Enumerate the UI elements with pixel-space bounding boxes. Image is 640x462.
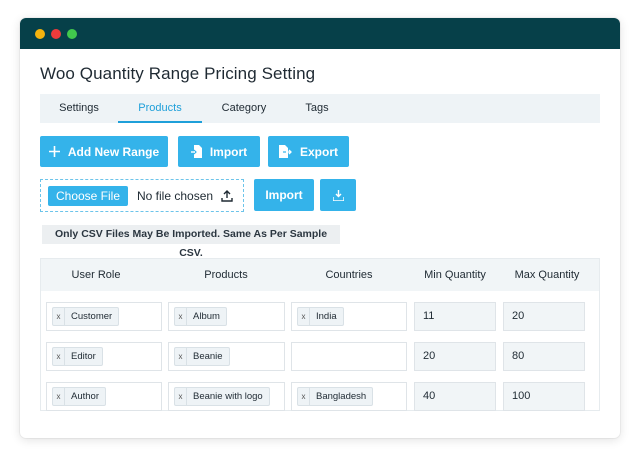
download-icon: [332, 189, 344, 201]
export-label: Export: [299, 144, 338, 159]
product-chip: x Beanie: [174, 347, 230, 366]
role-chip: x Customer: [52, 307, 120, 326]
remove-chip-button[interactable]: x: [175, 388, 187, 405]
header-products: Products: [204, 269, 248, 281]
import-csv-button[interactable]: Import: [254, 179, 314, 211]
download-sample-button[interactable]: [320, 179, 356, 211]
window-titlebar: [20, 18, 620, 49]
role-chip: x Editor: [52, 347, 103, 366]
file-import-icon: [190, 145, 202, 158]
max-quantity-input[interactable]: 80: [503, 342, 585, 371]
range-table: User Role Products Countries Min Quantit…: [40, 258, 600, 411]
app-window: Woo Quantity Range Pricing Setting Setti…: [20, 18, 620, 438]
country-chip-label: India: [316, 311, 337, 322]
header-user-role: User Role: [71, 269, 121, 281]
import-button[interactable]: Import: [178, 136, 260, 167]
product-chip: x Beanie with logo: [174, 387, 270, 406]
header-max-quantity: Max Quantity: [514, 269, 580, 281]
plus-icon: [48, 146, 60, 157]
header-countries: Countries: [325, 269, 373, 281]
remove-chip-button[interactable]: x: [53, 388, 65, 405]
tab-settings[interactable]: Settings: [40, 94, 118, 123]
product-chip-label: Beanie with logo: [193, 391, 263, 402]
product-select[interactable]: x Beanie: [168, 342, 285, 371]
remove-chip-button[interactable]: x: [298, 308, 310, 325]
product-chip-label: Album: [193, 311, 220, 322]
import-csv-label: Import: [265, 188, 303, 202]
max-quantity-input[interactable]: 100: [503, 382, 585, 411]
choose-file-button[interactable]: Choose File: [48, 186, 128, 206]
country-select[interactable]: x Bangladesh: [291, 382, 407, 411]
country-chip: x Bangladesh: [297, 387, 374, 406]
file-upload-field[interactable]: Choose File No file chosen: [40, 179, 244, 212]
tab-tags[interactable]: Tags: [286, 94, 348, 123]
close-window-dot[interactable]: [51, 29, 61, 39]
page-title: Woo Quantity Range Pricing Setting: [40, 64, 316, 83]
remove-chip-button[interactable]: x: [298, 388, 310, 405]
country-chip-label: Bangladesh: [316, 391, 367, 402]
file-status-text: No file chosen: [137, 189, 214, 203]
product-chip-label: Beanie: [193, 351, 223, 362]
add-new-range-label: Add New Range: [67, 144, 160, 159]
country-select[interactable]: x India: [291, 302, 407, 331]
role-chip-label: Author: [71, 391, 99, 402]
file-export-icon: [278, 145, 292, 158]
country-select[interactable]: [291, 342, 407, 371]
user-role-select[interactable]: x Author: [46, 382, 162, 411]
add-new-range-button[interactable]: Add New Range: [40, 136, 168, 167]
remove-chip-button[interactable]: x: [175, 348, 187, 365]
remove-chip-button[interactable]: x: [175, 308, 187, 325]
user-role-select[interactable]: x Editor: [46, 342, 162, 371]
product-chip: x Album: [174, 307, 227, 326]
product-select[interactable]: x Beanie with logo: [168, 382, 285, 411]
min-quantity-input[interactable]: 40: [414, 382, 496, 411]
export-button[interactable]: Export: [268, 136, 349, 167]
header-min-quantity: Min Quantity: [424, 269, 486, 281]
min-quantity-input[interactable]: 20: [414, 342, 496, 371]
upload-icon: [221, 189, 233, 207]
minimize-window-dot[interactable]: [35, 29, 45, 39]
remove-chip-button[interactable]: x: [53, 348, 65, 365]
role-chip: x Author: [52, 387, 106, 406]
country-chip: x India: [297, 307, 344, 326]
remove-chip-button[interactable]: x: [53, 308, 65, 325]
import-notice: Only CSV Files May Be Imported. Same As …: [42, 225, 340, 259]
tab-products[interactable]: Products: [118, 94, 202, 123]
table-header: User Role Products Countries Min Quantit…: [41, 259, 599, 291]
maximize-window-dot[interactable]: [67, 29, 77, 39]
role-chip-label: Customer: [71, 311, 113, 322]
import-label: Import: [209, 144, 248, 159]
min-quantity-input[interactable]: 11: [414, 302, 496, 331]
role-chip-label: Editor: [71, 351, 96, 362]
user-role-select[interactable]: x Customer: [46, 302, 162, 331]
product-select[interactable]: x Album: [168, 302, 285, 331]
tab-category[interactable]: Category: [202, 94, 286, 123]
tab-bar: Settings Products Category Tags: [40, 94, 600, 123]
max-quantity-input[interactable]: 20: [503, 302, 585, 331]
